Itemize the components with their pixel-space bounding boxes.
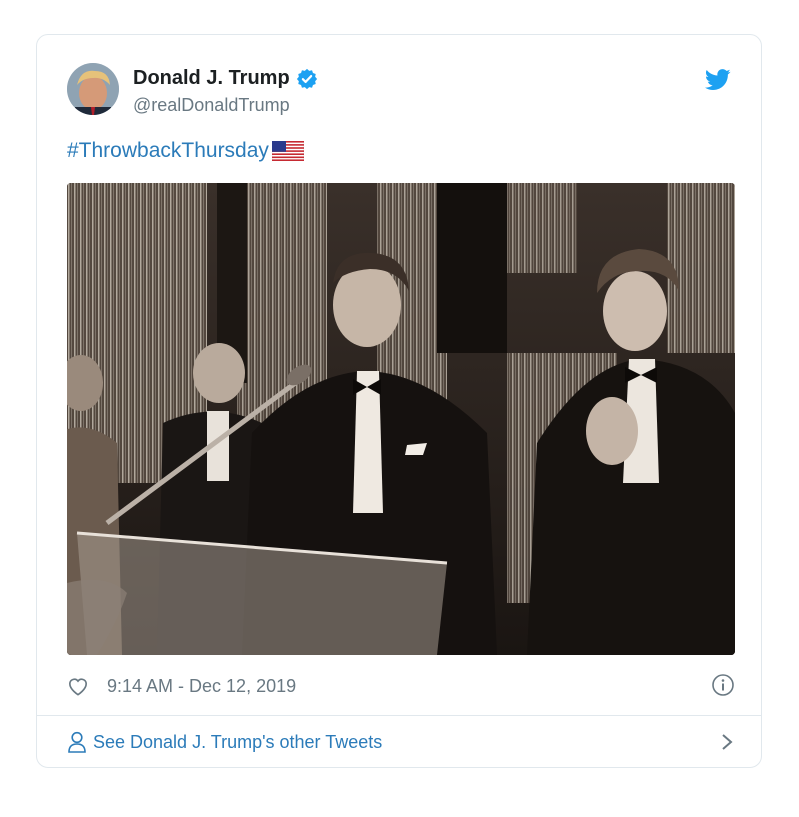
verified-badge-icon: [296, 68, 317, 89]
hashtag-link[interactable]: #ThrowbackThursday: [67, 139, 269, 163]
footer-divider: [37, 715, 761, 716]
see-other-tweets-link[interactable]: See Donald J. Trump's other Tweets: [67, 727, 735, 757]
see-other-tweets-label[interactable]: See Donald J. Trump's other Tweets: [93, 732, 382, 753]
author-handle[interactable]: @realDonaldTrump: [133, 95, 290, 116]
tweet-timestamp[interactable]: 9:14 AM - Dec 12, 2019: [107, 676, 296, 697]
person-icon: [68, 731, 86, 753]
tweet-photo[interactable]: [67, 183, 735, 655]
author-name-row: Donald J. Trump: [133, 67, 318, 90]
tweet-text: #ThrowbackThursday: [67, 139, 304, 163]
chevron-right-icon[interactable]: [721, 733, 733, 751]
author-avatar[interactable]: [67, 63, 119, 115]
author-name[interactable]: Donald J. Trump: [133, 67, 290, 90]
avatar-image: [67, 63, 119, 115]
tweet-meta-row: 9:14 AM - Dec 12, 2019: [67, 673, 735, 699]
photo-image: [67, 183, 735, 655]
info-icon[interactable]: [711, 673, 735, 697]
heart-icon[interactable]: [67, 676, 89, 696]
tweet-card: Donald J. Trump @realDonaldTrump #Throwb…: [36, 34, 762, 768]
us-flag-icon: [271, 141, 304, 161]
twitter-bird-icon[interactable]: [705, 69, 731, 91]
